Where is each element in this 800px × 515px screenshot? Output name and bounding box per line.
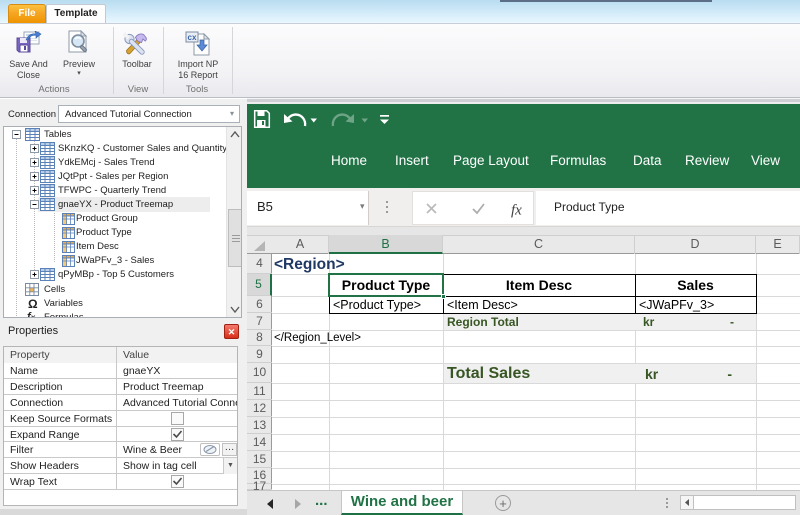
- svg-text:cx: cx: [188, 33, 197, 42]
- svg-text:fx: fx: [511, 203, 522, 219]
